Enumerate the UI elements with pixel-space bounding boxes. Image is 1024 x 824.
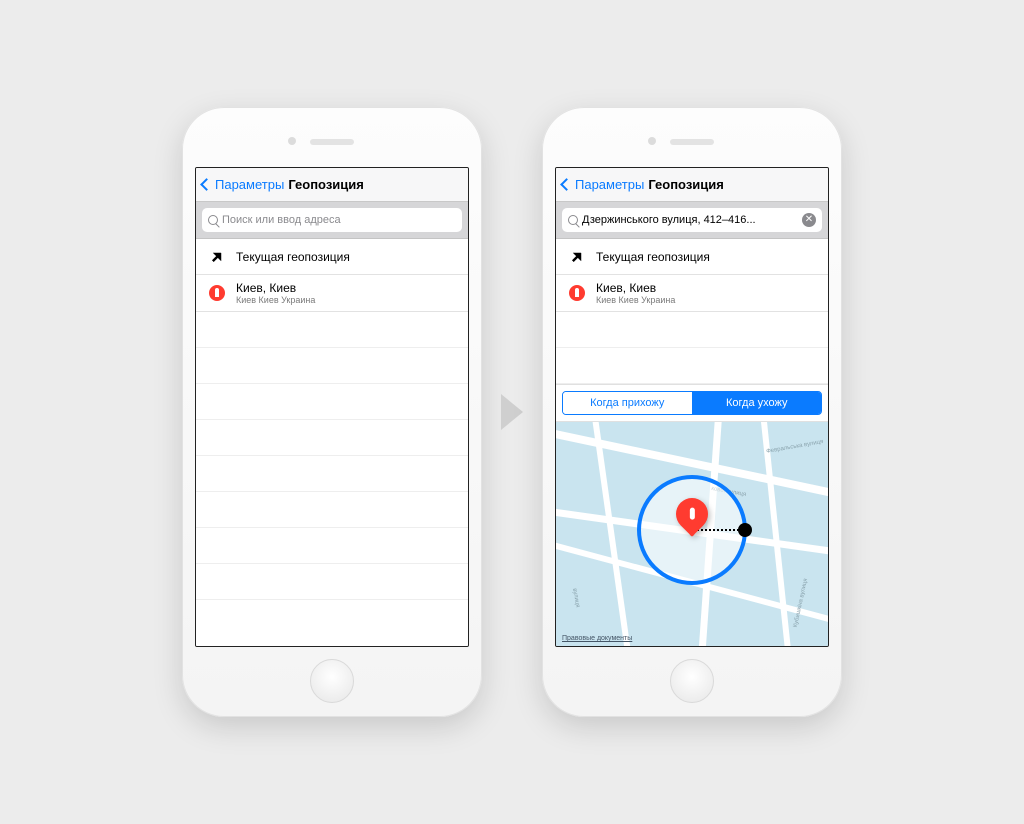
- location-list: Текущая геопозиция Киев, Киев Киев Киев …: [556, 239, 828, 312]
- street-label: вулиця: [571, 588, 580, 608]
- chevron-left-icon: [560, 178, 573, 191]
- search-value: Дзержинського вулиця, 412–416...: [582, 214, 798, 226]
- back-label: Параметры: [215, 177, 284, 192]
- navbar: Параметры Геопозиция: [556, 168, 828, 202]
- empty-list-area: [556, 312, 828, 384]
- pinned-location-text: Киев, Киев Киев Киев Украина: [596, 281, 675, 305]
- map-view[interactable]: Февральська вулиця кової вулиця Кубишкін…: [556, 422, 828, 646]
- search-input[interactable]: Дзержинського вулиця, 412–416... ✕: [562, 208, 822, 232]
- arrive-leave-segmented[interactable]: Когда прихожу Когда ухожу: [562, 391, 822, 415]
- home-button[interactable]: [670, 659, 714, 703]
- pin-icon: [206, 285, 228, 301]
- pinned-subtitle: Киев Киев Украина: [596, 295, 675, 305]
- phone-speaker: [310, 139, 354, 145]
- pinned-subtitle: Киев Киев Украина: [236, 295, 315, 305]
- search-input[interactable]: Поиск или ввод адреса: [202, 208, 462, 232]
- pinned-location-row[interactable]: Киев, Киев Киев Киев Украина: [196, 275, 468, 312]
- page-title: Геопозиция: [648, 177, 724, 192]
- phone-camera: [648, 137, 656, 145]
- location-arrow-icon: [566, 251, 588, 263]
- search-placeholder: Поиск или ввод адреса: [222, 214, 456, 226]
- screen-left: Параметры Геопозиция Поиск или ввод адре…: [195, 167, 469, 647]
- pinned-location-text: Киев, Киев Киев Киев Украина: [236, 281, 315, 305]
- search-icon: [208, 215, 218, 225]
- phone-right: Параметры Геопозиция Дзержинського вулиц…: [542, 107, 842, 717]
- search-icon: [568, 215, 578, 225]
- chevron-left-icon: [200, 178, 213, 191]
- radius-handle[interactable]: [738, 523, 752, 537]
- segment-arrive[interactable]: Когда прихожу: [563, 392, 692, 414]
- phone-camera: [288, 137, 296, 145]
- pinned-title: Киев, Киев: [596, 281, 675, 295]
- back-button[interactable]: Параметры: [202, 177, 284, 192]
- current-location-label: Текущая геопозиция: [236, 250, 350, 264]
- page-title: Геопозиция: [288, 177, 364, 192]
- back-label: Параметры: [575, 177, 644, 192]
- street-label: Февральська вулиця: [766, 439, 824, 455]
- legal-link[interactable]: Правовые документы: [562, 635, 632, 642]
- phone-left: Параметры Геопозиция Поиск или ввод адре…: [182, 107, 482, 717]
- current-location-row[interactable]: Текущая геопозиция: [196, 239, 468, 275]
- screen-right: Параметры Геопозиция Дзержинського вулиц…: [555, 167, 829, 647]
- pinned-title: Киев, Киев: [236, 281, 315, 295]
- location-arrow-icon: [206, 251, 228, 263]
- navbar: Параметры Геопозиция: [196, 168, 468, 202]
- search-bar-container: Поиск или ввод адреса: [196, 202, 468, 239]
- street-label: Кубишкіна вулиця: [793, 578, 809, 628]
- geofence-circle[interactable]: [637, 475, 747, 585]
- current-location-label: Текущая геопозиция: [596, 250, 710, 264]
- pinned-location-row[interactable]: Киев, Киев Киев Киев Украина: [556, 275, 828, 312]
- location-list: Текущая геопозиция Киев, Киев Киев Киев …: [196, 239, 468, 312]
- segmented-control-container: Когда прихожу Когда ухожу: [556, 384, 828, 422]
- map-pin-icon: [676, 498, 708, 530]
- search-bar-container: Дзержинського вулиця, 412–416... ✕: [556, 202, 828, 239]
- pin-icon: [566, 285, 588, 301]
- transition-arrow-icon: [501, 394, 523, 430]
- segment-leave[interactable]: Когда ухожу: [692, 392, 822, 414]
- clear-search-button[interactable]: ✕: [802, 213, 816, 227]
- back-button[interactable]: Параметры: [562, 177, 644, 192]
- home-button[interactable]: [310, 659, 354, 703]
- phone-speaker: [670, 139, 714, 145]
- comparison-stage: Параметры Геопозиция Поиск или ввод адре…: [0, 0, 1024, 824]
- current-location-row[interactable]: Текущая геопозиция: [556, 239, 828, 275]
- empty-list-area: [196, 312, 468, 646]
